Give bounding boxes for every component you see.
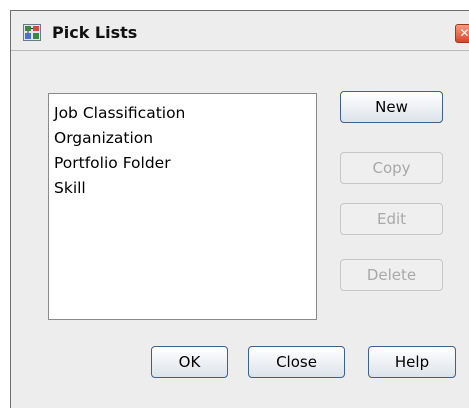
- edit-button[interactable]: Edit: [340, 203, 443, 235]
- dialog-body: Job Classification Organization Portfoli…: [11, 51, 469, 408]
- help-button[interactable]: Help: [368, 346, 456, 378]
- pick-lists-app-icon: [23, 24, 41, 41]
- new-button[interactable]: New: [340, 91, 443, 123]
- ok-button[interactable]: OK: [151, 346, 228, 378]
- copy-button[interactable]: Copy: [340, 152, 443, 184]
- pick-lists-dialog: Pick Lists ✕ Job Classification Organiza…: [10, 10, 469, 408]
- list-item-skill[interactable]: Skill: [49, 176, 316, 201]
- pick-list-listbox[interactable]: Job Classification Organization Portfoli…: [48, 93, 317, 320]
- list-item-portfolio-folder[interactable]: Portfolio Folder: [49, 151, 316, 176]
- close-button[interactable]: Close: [248, 346, 345, 378]
- title-bar[interactable]: Pick Lists ✕: [11, 11, 469, 51]
- list-item-organization[interactable]: Organization: [49, 126, 316, 151]
- window-title: Pick Lists: [52, 23, 138, 42]
- close-icon[interactable]: ✕: [455, 24, 469, 43]
- delete-button[interactable]: Delete: [340, 259, 443, 291]
- list-item-job-classification[interactable]: Job Classification: [49, 101, 316, 126]
